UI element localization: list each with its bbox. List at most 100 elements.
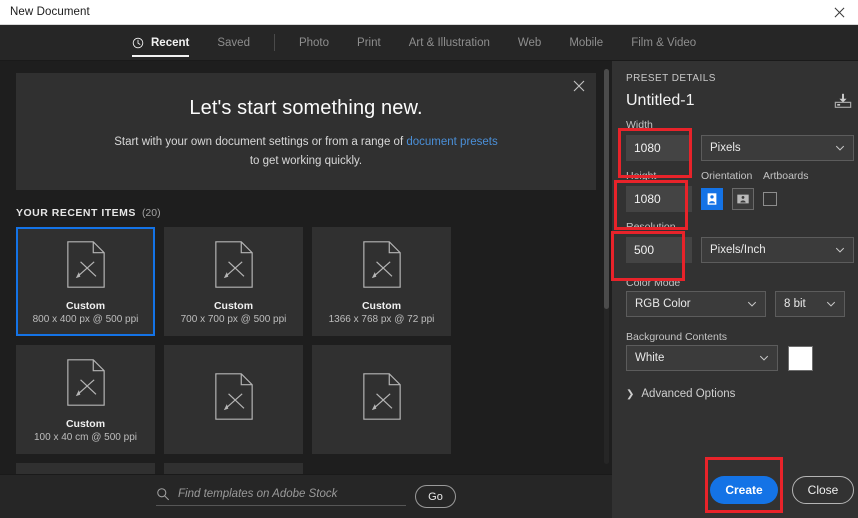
stock-search-field[interactable]: Find templates on Adobe Stock [156, 487, 406, 506]
card-title: Custom [213, 300, 254, 312]
stock-search-go-button[interactable]: Go [415, 485, 456, 508]
window-close-button[interactable] [820, 0, 858, 25]
orientation-landscape-button[interactable] [732, 188, 754, 210]
recent-item-card[interactable]: Custom 700 x 700 px @ 500 ppi [164, 227, 303, 336]
resolution-row: Resolution 500 Pixels/Inch [626, 221, 854, 263]
recent-item-card[interactable] [164, 463, 303, 474]
stock-search-placeholder: Find templates on Adobe Stock [178, 488, 338, 500]
card-thumbnail [214, 229, 254, 300]
card-thumbnail [66, 229, 106, 300]
bit-depth-value: 8 bit [784, 298, 806, 310]
tab-label: Art & Illustration [408, 36, 490, 49]
height-input[interactable]: 1080 [626, 186, 692, 212]
recent-item-card[interactable] [312, 345, 451, 454]
document-icon [214, 241, 253, 288]
card-thumbnail [214, 347, 254, 452]
promo-banner: Let's start something new. Start with yo… [16, 73, 596, 190]
height-row: Height 1080 Orientation Artboards [626, 170, 854, 212]
recent-items-grid: Custom 800 x 400 px @ 500 ppi Custom 700… [16, 227, 596, 474]
width-input[interactable]: 1080 [626, 135, 692, 161]
color-mode-label: Color Mode [626, 277, 681, 289]
recent-items-header: YOUR RECENT ITEMS (20) [16, 207, 596, 219]
create-button[interactable]: Create [710, 476, 778, 504]
document-icon [66, 241, 105, 288]
width-unit-select[interactable]: Pixels [701, 135, 854, 161]
recent-items-title: YOUR RECENT ITEMS [16, 207, 136, 219]
color-mode-group: Color Mode RGB Color 8 bit [626, 273, 854, 317]
document-icon [66, 359, 105, 406]
background-contents-select[interactable]: White [626, 345, 778, 371]
tab-label: Print [357, 36, 381, 49]
promo-body-before: Start with your own document settings or… [114, 136, 407, 148]
width-unit-value: Pixels [710, 142, 741, 154]
tab-web[interactable]: Web [504, 25, 555, 60]
document-icon [362, 373, 401, 420]
chevron-down-icon [835, 247, 845, 253]
landscape-icon [737, 194, 749, 204]
artboards-label: Artboards [763, 170, 809, 182]
chevron-down-icon [759, 355, 769, 361]
artboards-checkbox[interactable] [763, 192, 777, 206]
promo-body-after: to get working quickly. [249, 154, 363, 167]
resolution-label: Resolution [626, 221, 676, 233]
card-title: Custom [361, 300, 402, 312]
artboards-group: Artboards [763, 170, 809, 212]
height-label: Height [626, 170, 657, 182]
tab-photo[interactable]: Photo [285, 25, 343, 60]
orientation-portrait-button[interactable] [701, 188, 723, 210]
document-presets-link[interactable]: document presets [406, 136, 497, 148]
card-thumbnail [66, 465, 106, 474]
tab-mobile[interactable]: Mobile [555, 25, 617, 60]
save-preset-icon[interactable] [832, 92, 854, 110]
tab-label: Saved [217, 36, 250, 49]
tab-label: Mobile [569, 36, 604, 49]
card-meta: 1366 x 768 px @ 72 ppi [328, 314, 435, 325]
promo-close-button[interactable] [573, 80, 585, 94]
background-contents-value: White [635, 352, 665, 364]
search-icon [157, 488, 169, 501]
tab-label: Web [517, 36, 542, 49]
dialog-actions: Create Close [710, 476, 854, 504]
card-thumbnail [66, 347, 106, 418]
document-name-row: Untitled-1 [626, 92, 854, 110]
recent-item-card[interactable] [164, 345, 303, 454]
chevron-down-icon [826, 301, 836, 307]
tab-saved[interactable]: Saved [203, 25, 264, 60]
bit-depth-select[interactable]: 8 bit [775, 291, 845, 317]
background-contents-group: Background Contents White [626, 327, 854, 371]
background-color-swatch[interactable] [788, 345, 813, 371]
recent-item-card[interactable]: Custom 100 x 40 cm @ 500 ppi [16, 345, 155, 454]
recent-items-count: (20) [141, 207, 161, 219]
close-icon [834, 7, 844, 18]
tab-active-underline [132, 55, 190, 57]
stock-search-bar: Find templates on Adobe Stock Go [0, 474, 612, 518]
close-icon [573, 80, 585, 92]
recent-item-card[interactable] [16, 463, 155, 474]
close-button[interactable]: Close [792, 476, 854, 504]
scrollbar-thumb[interactable] [604, 69, 609, 309]
resolution-unit-select[interactable]: Pixels/Inch [701, 237, 854, 263]
tab-film-and-video[interactable]: Film & Video [617, 25, 710, 60]
promo-heading: Let's start something new. [189, 97, 423, 119]
card-thumbnail [214, 465, 254, 474]
color-mode-select[interactable]: RGB Color [626, 291, 766, 317]
orientation-label: Orientation [701, 170, 753, 182]
tab-recent[interactable]: Recent [118, 25, 203, 60]
templates-scrollbar[interactable] [604, 69, 609, 464]
resolution-unit-value: Pixels/Inch [710, 244, 766, 256]
recent-item-card[interactable]: Custom 1366 x 768 px @ 72 ppi [312, 227, 451, 336]
card-meta: 700 x 700 px @ 500 ppi [180, 314, 287, 325]
promo-body: Start with your own document settings or… [16, 133, 596, 171]
document-name-field[interactable]: Untitled-1 [626, 92, 694, 110]
card-title: Custom [65, 300, 106, 312]
tab-art-and-illustration[interactable]: Art & Illustration [395, 25, 504, 60]
recent-item-card[interactable]: Custom 800 x 400 px @ 500 ppi [16, 227, 155, 336]
templates-pane: Let's start something new. Start with yo… [0, 61, 612, 518]
height-group: Height 1080 [626, 170, 692, 212]
tab-print[interactable]: Print [343, 25, 395, 60]
new-document-dialog: New Document Recent Saved Photo Print Ar… [0, 0, 858, 518]
window-title: New Document [10, 6, 90, 18]
advanced-options-toggle[interactable]: ❯ Advanced Options [626, 388, 854, 400]
card-meta: 800 x 400 px @ 500 ppi [32, 314, 139, 325]
resolution-input[interactable]: 500 [626, 237, 692, 263]
